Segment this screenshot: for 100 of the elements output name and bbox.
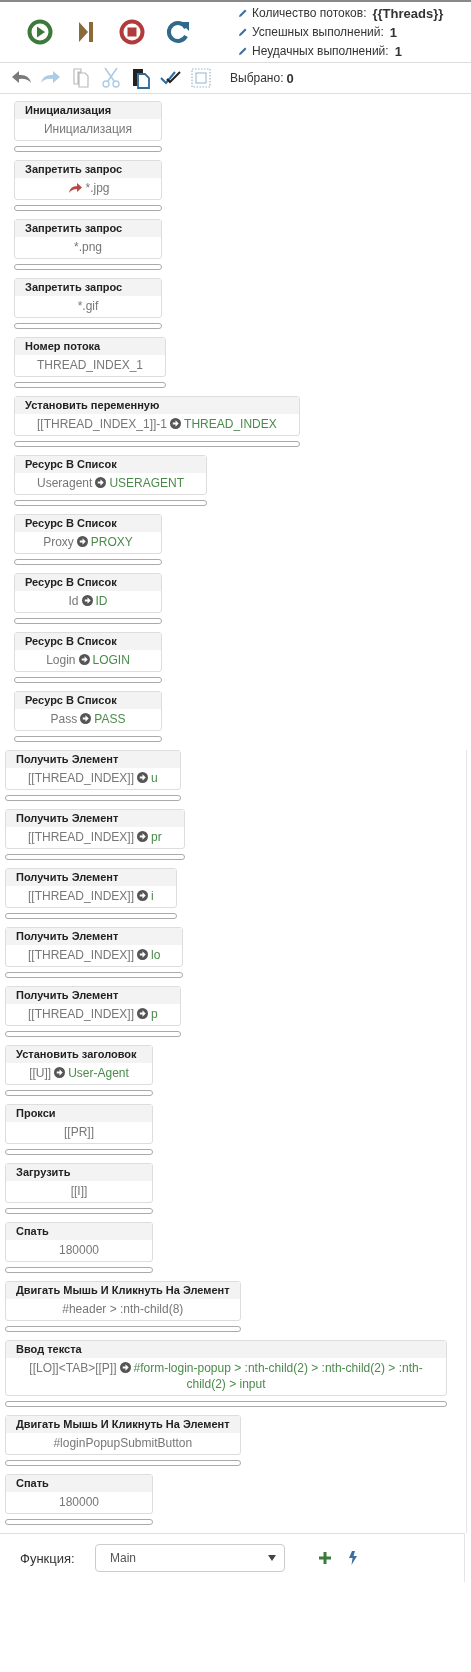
lightning-icon (349, 1551, 357, 1565)
action-block[interactable]: Двигать Мышь И Кликнуть На Элемент #loginPopupSubmitButton (5, 1415, 241, 1455)
copy-icon (70, 67, 92, 89)
block-title: Получить Элемент (6, 810, 184, 827)
target-text: PROXY (90, 535, 133, 549)
target-text: lo (151, 948, 161, 962)
block-title: Ресурс В Список (15, 633, 161, 650)
block-value: [[PR]] (64, 1125, 94, 1139)
block-title: Запретить запрос (15, 220, 161, 237)
function-select[interactable]: Main (95, 1544, 285, 1572)
action-block[interactable]: Номер потока THREAD_INDEX_1 (14, 337, 167, 377)
block-value: Id (68, 594, 79, 608)
action-block[interactable]: Ресурс В Список Proxy PROXY (14, 514, 162, 554)
action-block[interactable]: Прокси [[PR]] (5, 1104, 153, 1144)
block-title: Получить Элемент (6, 751, 180, 768)
action-block[interactable]: Ресурс В Список Pass PASS (14, 691, 162, 731)
block-title: Двигать Мышь И Кликнуть На Элемент (6, 1282, 240, 1299)
action-block[interactable]: Установить заголовок [[U]] User-Agent (5, 1045, 153, 1085)
block-value: [[THREAD_INDEX]] (28, 1007, 135, 1021)
arrow-right-icon (54, 1067, 66, 1078)
stat-value: 1 (394, 43, 402, 59)
arrow-right-icon (95, 477, 107, 488)
play-icon (27, 19, 53, 45)
action-block[interactable]: Получить Элемент [[THREAD_INDEX]] u (5, 750, 181, 790)
arrow-right-icon (137, 1008, 149, 1019)
lightning-button[interactable] (349, 1551, 357, 1565)
action-block[interactable]: Запретить запрос *.jpg (14, 160, 162, 200)
target-text: LOGIN (92, 653, 130, 667)
block-title: Двигать Мышь И Кликнуть На Элемент (6, 1416, 240, 1433)
block-value: *.gif (77, 299, 99, 313)
action-block[interactable]: Ресурс В Список Id ID (14, 573, 162, 613)
action-block[interactable]: Получить Элемент [[THREAD_INDEX]] p (5, 986, 181, 1026)
block-value: [[THREAD_INDEX]] (28, 830, 135, 844)
block-value: [[THREAD_INDEX]] (28, 948, 135, 962)
action-block[interactable]: Инициализация Инициализация (14, 101, 162, 141)
block-title: Номер потока (15, 338, 166, 355)
target-text: User-Agent (68, 1066, 129, 1080)
block-title: Получить Элемент (6, 928, 183, 945)
block-value: [[U]] (29, 1066, 52, 1080)
action-block[interactable]: Двигать Мышь И Кликнуть На Элемент #header > :nth-child(8) (5, 1281, 241, 1321)
block-title: Установить переменную (15, 397, 299, 414)
target-text: p (151, 1007, 158, 1021)
action-block[interactable]: Получить Элемент [[THREAD_INDEX]] i (5, 868, 177, 908)
action-block[interactable]: Установить переменную [[THREAD_INDEX_1]]-1 THREAD_INDEX (14, 396, 300, 436)
action-block[interactable]: Спать 180000 (5, 1474, 153, 1514)
block-title: Спать (6, 1223, 152, 1240)
target-text: #form-login-popup > :nth-child(2) > :nth-child(2) > :nth-child(2) > input (133, 1361, 423, 1391)
target-text: u (151, 771, 158, 785)
action-block[interactable]: Запретить запрос *.png (14, 219, 162, 259)
action-block[interactable]: Ресурс В Список Login LOGIN (14, 632, 162, 672)
block-value: [[LO]]<TAB>[[P]] (29, 1361, 117, 1375)
block-value: 180000 (58, 1243, 99, 1257)
arrow-right-icon (170, 418, 182, 429)
block-value: Инициализация (43, 122, 133, 136)
add-button[interactable] (319, 1552, 331, 1564)
block-title: Установить заголовок (6, 1046, 152, 1063)
block-title: Запретить запрос (15, 279, 161, 296)
block-value: Login (46, 653, 76, 667)
arrow-right-icon (137, 890, 149, 901)
arrow-right-icon (119, 1362, 131, 1373)
play-button[interactable] (27, 19, 53, 45)
block-value: *.jpg (85, 181, 110, 195)
block-title: Спать (6, 1475, 152, 1492)
paste-icon (130, 67, 152, 89)
action-block[interactable]: Получить Элемент [[THREAD_INDEX]] lo (5, 927, 184, 967)
action-block[interactable]: Запретить запрос *.gif (14, 278, 162, 318)
stop-icon (119, 19, 145, 45)
arrow-right-icon (81, 595, 93, 606)
block-title: Запретить запрос (15, 161, 161, 178)
arrow-right-icon (137, 949, 149, 960)
stat-label: Успешных выполнений: (252, 25, 384, 39)
arrow-right-icon (78, 654, 90, 665)
selection-icon (190, 67, 212, 89)
stat-label: Количество потоков: (252, 6, 367, 20)
block-title: Получить Элемент (6, 987, 180, 1004)
block-value: [[THREAD_INDEX]] (28, 771, 135, 785)
stat-label: Неудачных выполнений: (252, 44, 389, 58)
block-title: Прокси (6, 1105, 152, 1122)
selected-value: 0 (286, 70, 294, 86)
block-value: [[THREAD_INDEX]] (28, 889, 135, 903)
curved-arrow-icon (69, 183, 83, 193)
action-block[interactable]: Ресурс В Список Useragent USERAGENT (14, 455, 208, 495)
arrow-right-icon (137, 772, 149, 783)
block-title: Инициализация (15, 102, 161, 119)
target-text: i (151, 889, 154, 903)
block-value: 180000 (58, 1495, 99, 1509)
action-block[interactable]: Ввод текста [[LO]]<TAB>[[P]] #form-login-popup > :nth-child(2) > :nth-child(2) > :nth-child(2) > input (5, 1340, 447, 1396)
block-title: Загрузить (6, 1164, 152, 1181)
scissors-icon (100, 67, 122, 89)
stat-value: 1 (389, 24, 398, 40)
stop-button[interactable] (119, 19, 145, 45)
block-value: Useragent (37, 476, 93, 490)
target-text: USERAGENT (109, 476, 185, 490)
reload-button[interactable] (165, 19, 191, 45)
action-block[interactable]: Загрузить [[I]] (5, 1163, 153, 1203)
action-block[interactable]: Получить Элемент [[THREAD_INDEX]] pr (5, 809, 185, 849)
action-block[interactable]: Спать 180000 (5, 1222, 153, 1262)
block-value: Pass (50, 712, 78, 726)
target-text: THREAD_INDEX (184, 417, 277, 431)
block-value: THREAD_INDEX_1 (37, 358, 144, 372)
